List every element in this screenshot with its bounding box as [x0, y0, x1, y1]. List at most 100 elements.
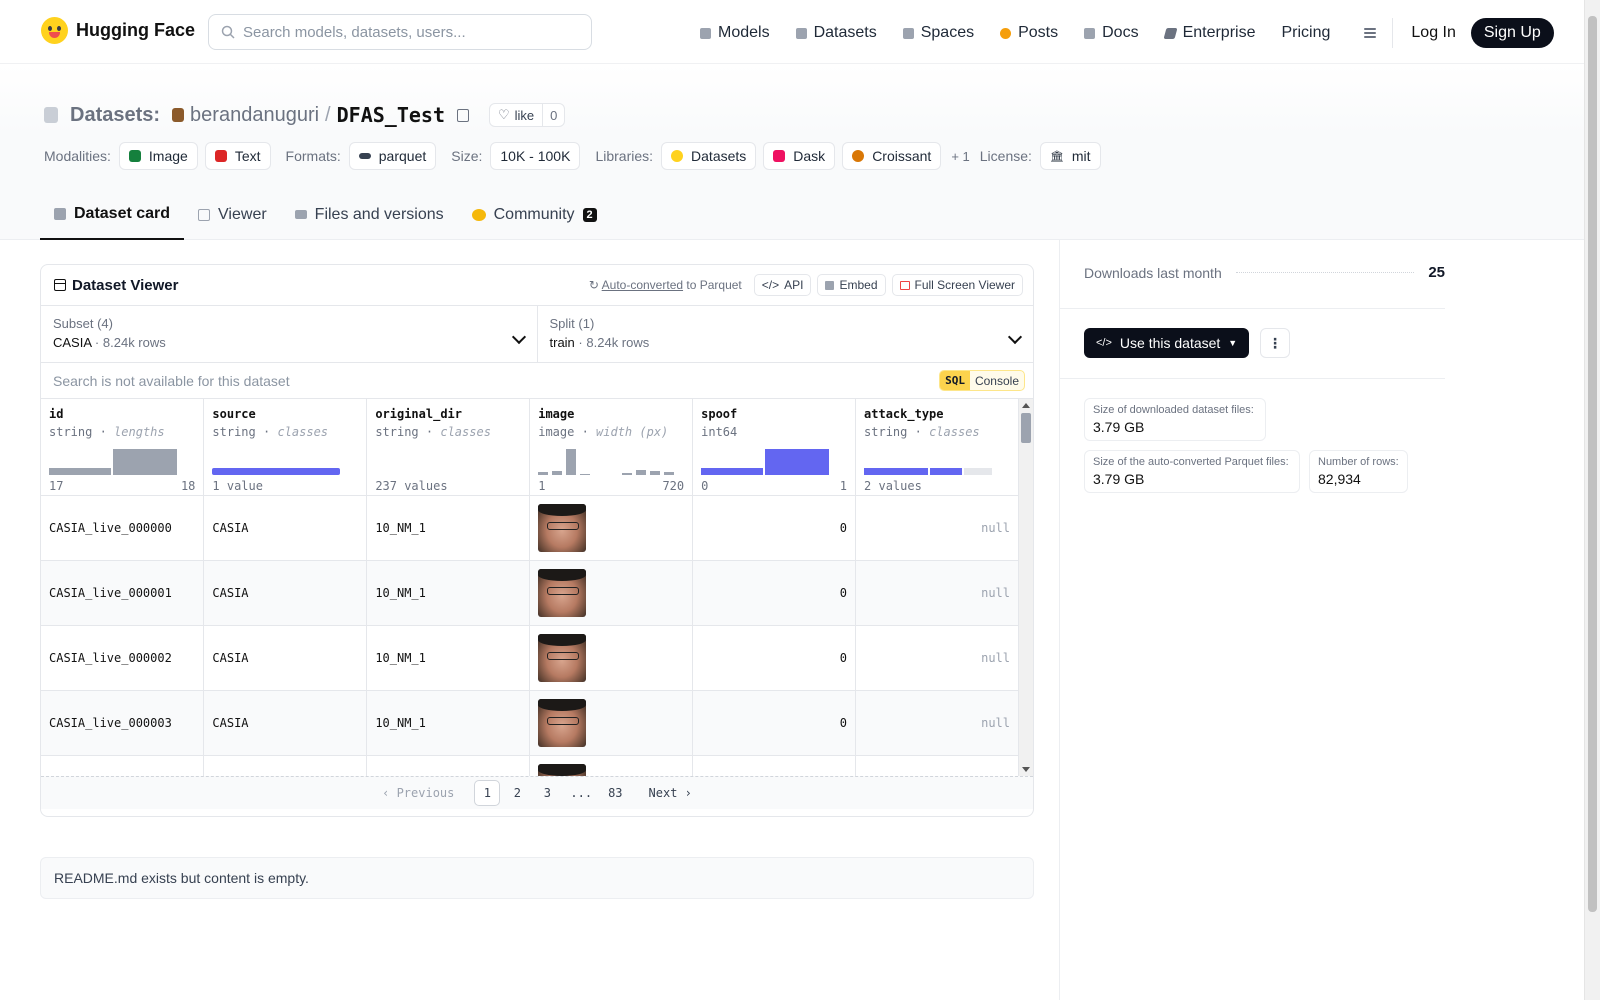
search-input[interactable] [243, 23, 573, 41]
tag-license[interactable]: 🏛 mit [1039, 142, 1101, 170]
card-icon [54, 207, 66, 220]
subset-select[interactable]: Subset (4) CASIA · 8.24k rows [41, 306, 537, 362]
table-row[interactable]: CASIA_live_000001 CASIA 10_NM_1 0 null [41, 560, 1019, 626]
tag-dask[interactable]: Dask [763, 142, 836, 170]
column-header-spoof[interactable]: spoof int64 01 [692, 399, 857, 496]
dataset-viewer: Dataset Viewer ↻ Auto-converted to Parqu… [40, 264, 1034, 817]
like-button[interactable]: ♡ like 0 [488, 103, 566, 127]
tag-text[interactable]: Text [204, 142, 271, 170]
heart-icon: ♡ [497, 107, 510, 122]
id-length-histogram [49, 449, 177, 475]
dataset-name[interactable]: DFAS_Test [337, 103, 445, 127]
cell-image[interactable] [529, 495, 694, 561]
nav-pricing[interactable]: Pricing [1281, 19, 1330, 47]
cell-image[interactable] [529, 755, 694, 776]
auto-converted-link[interactable]: Auto-converted [602, 278, 683, 292]
cell-id: CASIA_live_000002 [41, 625, 205, 691]
tag-image[interactable]: Image [118, 142, 198, 170]
nav-enterprise[interactable]: Enterprise [1163, 19, 1255, 47]
face-thumbnail[interactable] [538, 503, 587, 552]
tag-size[interactable]: 10K - 100K [490, 142, 581, 170]
page-button-last[interactable]: 83 [602, 780, 628, 806]
data-table: id string · lengths 17 18 source string ·… [41, 399, 1019, 776]
tab-dataset-card[interactable]: Dataset card [40, 189, 185, 240]
table-row[interactable]: CASIA_live_000003 CASIA 10_NM_1 0 null [41, 690, 1019, 756]
face-thumbnail[interactable] [538, 568, 587, 617]
table-scrollbar[interactable] [1019, 399, 1033, 776]
column-header-source[interactable]: source string · classes 1 value [203, 399, 368, 496]
table-scrollbar-thumb[interactable] [1021, 413, 1031, 443]
repo-title: Datasets: berandanuguri / DFAS_Test ♡ lik… [44, 103, 566, 127]
repo-tabs: Dataset card Viewer Files and versions C… [40, 189, 611, 240]
nav-models[interactable]: Models [700, 19, 770, 47]
brand-name: Hugging Face [76, 20, 196, 40]
face-thumbnail[interactable] [538, 698, 587, 747]
nav-divider [1392, 18, 1394, 48]
cell-spoof [692, 755, 857, 776]
scrollbar-thumb[interactable] [1588, 16, 1597, 912]
search-disabled-text: Search is not available for this dataset [53, 372, 290, 389]
table-row[interactable]: CASIA_live_000000 CASIA 10_NM_1 0 null [41, 495, 1019, 561]
signup-button[interactable]: Sign Up [1470, 18, 1554, 48]
image-width-histogram [538, 449, 675, 475]
path-separator: / [325, 103, 331, 126]
tab-community[interactable]: Community 2 [458, 189, 611, 240]
page-scrollbar[interactable] [1584, 0, 1600, 1000]
more-menu-icon[interactable] [1356, 26, 1377, 40]
scroll-up-icon[interactable] [1022, 403, 1030, 408]
column-header-attack-type[interactable]: attack_type string · classes 2 values [855, 399, 1019, 496]
cell-image[interactable] [529, 625, 694, 691]
downloaded-size-stat: Size of downloaded dataset files: 3.79 G… [1084, 398, 1266, 441]
tag-datasets-lib[interactable]: Datasets [661, 142, 757, 170]
parquet-size-stat: Size of the auto-converted Parquet files… [1084, 450, 1300, 493]
viewer-search: Search is not available for this dataset… [41, 363, 1033, 399]
column-header-image[interactable]: image image · width (px) 1 720 [529, 399, 694, 496]
cell-image[interactable] [529, 690, 694, 756]
cell-spoof: 0 [692, 495, 857, 561]
face-thumbnail[interactable] [538, 763, 587, 776]
previous-page-button[interactable]: ‹ Previous [376, 780, 460, 806]
nav-docs[interactable]: Docs [1084, 19, 1139, 47]
brand-logo[interactable]: Hugging Face [41, 17, 195, 44]
section-label[interactable]: Datasets: [70, 104, 160, 127]
table-row[interactable]: CASIA_live_000002 CASIA 10_NM_1 0 null [41, 625, 1019, 691]
tag-croissant[interactable]: Croissant [842, 142, 942, 170]
cell-image[interactable] [529, 560, 694, 626]
tab-files[interactable]: Files and versions [281, 189, 458, 240]
api-button[interactable]: </> API [753, 274, 812, 296]
search-icon [221, 25, 235, 39]
login-link[interactable]: Log In [1411, 24, 1455, 42]
fullscreen-button[interactable]: Full Screen Viewer [891, 274, 1023, 296]
community-badge: 2 [582, 207, 597, 222]
face-thumbnail[interactable] [538, 633, 587, 682]
next-page-button[interactable]: Next › [643, 780, 698, 806]
split-select[interactable]: Split (1) train · 8.24k rows [536, 306, 1034, 362]
page-button-2[interactable]: 2 [504, 780, 530, 806]
nav-posts[interactable]: Posts [1000, 19, 1058, 47]
nav-datasets[interactable]: Datasets [795, 19, 877, 47]
owner-link[interactable]: berandanuguri [190, 104, 319, 127]
more-options-button[interactable]: ⋮ [1260, 328, 1290, 358]
community-icon [471, 208, 486, 221]
scroll-down-icon[interactable] [1022, 767, 1030, 772]
use-dataset-button[interactable]: </> Use this dataset ▼ [1084, 328, 1250, 358]
more-libraries[interactable]: + 1 [951, 149, 969, 164]
tab-viewer[interactable]: Viewer [184, 189, 281, 240]
embed-button[interactable]: Embed [817, 274, 886, 296]
data-table-container[interactable]: id string · lengths 17 18 source string ·… [41, 399, 1033, 776]
sql-console-button[interactable]: SQL Console [939, 370, 1025, 391]
global-search[interactable] [208, 14, 592, 50]
docs-icon [1084, 27, 1096, 39]
column-header-id[interactable]: id string · lengths 17 18 [41, 399, 205, 496]
column-header-original-dir[interactable]: original_dir string · classes 237 values [366, 399, 531, 496]
tag-parquet[interactable]: parquet [348, 142, 437, 170]
nav-spaces[interactable]: Spaces [902, 19, 974, 47]
dask-icon [773, 150, 786, 162]
cell-attack-type: null [855, 625, 1019, 691]
croissant-icon [852, 150, 865, 162]
copy-icon[interactable] [456, 108, 469, 122]
page-button-3[interactable]: 3 [534, 780, 560, 806]
cell-spoof: 0 [692, 625, 857, 691]
page-button-1[interactable]: 1 [474, 780, 501, 806]
table-row[interactable] [41, 755, 1019, 776]
